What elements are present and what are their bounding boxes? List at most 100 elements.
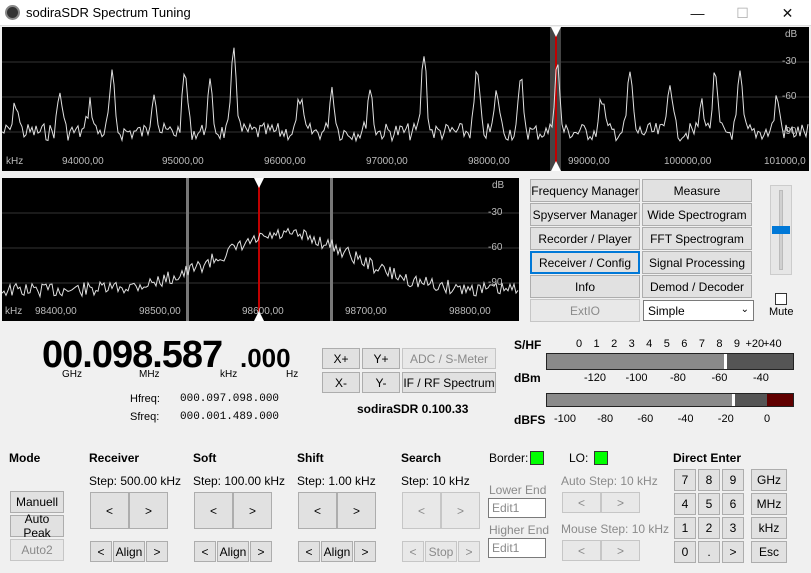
maximize-button[interactable]: ☐ bbox=[720, 0, 765, 26]
volume-slider[interactable] bbox=[770, 185, 792, 275]
keypad-key[interactable]: 0 bbox=[674, 541, 696, 563]
keypad-key[interactable]: 2 bbox=[698, 517, 720, 539]
recorder-player-button[interactable]: Recorder / Player bbox=[530, 227, 640, 250]
frequency-manager-button[interactable]: Frequency Manager bbox=[530, 179, 640, 202]
search-forward-button[interactable]: > bbox=[458, 541, 480, 562]
zoom-x-plus-button[interactable]: X+ bbox=[322, 348, 360, 369]
border-indicator bbox=[530, 451, 544, 465]
keypad-key[interactable]: > bbox=[722, 541, 744, 563]
search-left-button[interactable]: < bbox=[402, 492, 441, 529]
dbm-tick: -40 bbox=[753, 372, 769, 384]
narrow-db-tick: -60 bbox=[488, 242, 503, 253]
keypad-key[interactable]: 9 bbox=[722, 469, 744, 491]
wide-spectrum-graph[interactable] bbox=[1, 27, 809, 171]
border-label: Border: bbox=[489, 451, 529, 465]
wide-freq-tick: 98000,00 bbox=[468, 156, 510, 167]
signal-processing-button[interactable]: Signal Processing bbox=[642, 251, 752, 274]
search-stop-button[interactable]: Stop bbox=[425, 541, 457, 562]
soft-align-left-button[interactable]: < bbox=[194, 541, 216, 562]
s-meter-tick: 9 bbox=[733, 338, 741, 350]
spyserver-manager-button[interactable]: Spyserver Manager bbox=[530, 203, 640, 226]
dbm-tick: -120 bbox=[584, 372, 607, 384]
keypad-key[interactable]: GHz bbox=[751, 469, 787, 491]
info-button[interactable]: Info bbox=[530, 275, 640, 298]
receiver-align-button[interactable]: Align bbox=[113, 541, 145, 562]
mode-select[interactable]: Simple ⌄ bbox=[643, 300, 754, 321]
mouse-step-right-button[interactable]: > bbox=[601, 540, 640, 561]
s-meter-tick: 4 bbox=[646, 338, 653, 350]
wide-freq-tick: 96000,00 bbox=[264, 156, 306, 167]
keypad-key[interactable]: MHz bbox=[751, 493, 787, 515]
dbfs-label: dBFS bbox=[514, 413, 546, 427]
adc-smeter-button[interactable]: ADC / S-Meter bbox=[402, 348, 496, 369]
shift-align-left-button[interactable]: < bbox=[298, 541, 320, 562]
receiver-left-button[interactable]: < bbox=[90, 492, 129, 529]
shift-right-button[interactable]: > bbox=[337, 492, 376, 529]
keypad-key[interactable]: 1 bbox=[674, 517, 696, 539]
mouse-step-label: Mouse Step: 10 kHz bbox=[561, 522, 670, 536]
higher-end-input[interactable]: Edit1 bbox=[488, 538, 546, 558]
minimize-button[interactable]: — bbox=[675, 0, 720, 26]
shift-align-right-button[interactable]: > bbox=[354, 541, 376, 562]
soft-align-button[interactable]: Align bbox=[217, 541, 249, 562]
measure-button[interactable]: Measure bbox=[642, 179, 752, 202]
auto-step-right-button[interactable]: > bbox=[601, 492, 640, 513]
narrow-freq-tick: 98800,00 bbox=[449, 306, 491, 317]
ghz-label: GHz bbox=[62, 369, 82, 380]
auto2-button[interactable]: Auto2 bbox=[10, 539, 64, 561]
keypad-key[interactable]: Esc bbox=[751, 541, 787, 563]
manuell-button[interactable]: Manuell bbox=[10, 491, 64, 513]
narrow-freq-tick: 98600,00 bbox=[242, 306, 284, 317]
zoom-x-minus-button[interactable]: X- bbox=[322, 372, 360, 393]
wide-freq-tick: 101000,0 bbox=[764, 156, 806, 167]
wide-unit-db: dB bbox=[785, 29, 798, 40]
keypad-key[interactable]: . bbox=[698, 541, 720, 563]
search-right-button[interactable]: > bbox=[441, 492, 480, 529]
narrow-spectrum-panel[interactable]: kHz dB -30 -60 -90 98400,00 98500,00 986… bbox=[1, 178, 519, 321]
receiver-config-button[interactable]: Receiver / Config bbox=[530, 251, 640, 274]
mute-checkbox[interactable] bbox=[775, 293, 787, 305]
keypad-key[interactable]: 3 bbox=[722, 517, 744, 539]
close-button[interactable]: ✕ bbox=[765, 0, 810, 26]
keypad-key[interactable]: 7 bbox=[674, 469, 696, 491]
shift-align-button[interactable]: Align bbox=[321, 541, 353, 562]
wide-spectrogram-button[interactable]: Wide Spectrogram bbox=[642, 203, 752, 226]
shift-title: Shift bbox=[297, 451, 324, 465]
zoom-y-plus-button[interactable]: Y+ bbox=[362, 348, 400, 369]
lower-end-input[interactable]: Edit1 bbox=[488, 498, 546, 518]
soft-align-right-button[interactable]: > bbox=[250, 541, 272, 562]
dbfs-tick: -100 bbox=[554, 413, 577, 425]
demod-decoder-button[interactable]: Demod / Decoder bbox=[642, 275, 752, 298]
s-meter-tick: +40 bbox=[763, 338, 782, 350]
lower-end-label: Lower End bbox=[489, 483, 547, 497]
frequency-display-hz[interactable]: .000 bbox=[240, 343, 291, 374]
auto-step-left-button[interactable]: < bbox=[562, 492, 601, 513]
search-title: Search bbox=[401, 451, 442, 465]
soft-left-button[interactable]: < bbox=[194, 492, 233, 529]
auto-peak-button[interactable]: Auto Peak bbox=[10, 512, 64, 540]
keypad-key[interactable]: kHz bbox=[751, 517, 787, 539]
chevron-down-icon: ⌄ bbox=[740, 304, 749, 315]
receiver-align-left-button[interactable]: < bbox=[90, 541, 112, 562]
shift-left-button[interactable]: < bbox=[298, 492, 337, 529]
receiver-align-right-button[interactable]: > bbox=[146, 541, 168, 562]
keypad-key[interactable]: 6 bbox=[722, 493, 744, 515]
extio-button[interactable]: ExtIO bbox=[530, 299, 640, 322]
mouse-step-left-button[interactable]: < bbox=[562, 540, 601, 561]
mute-label: Mute bbox=[769, 306, 794, 318]
window-title: sodiraSDR Spectrum Tuning bbox=[26, 5, 191, 20]
wide-spectrum-panel[interactable]: kHz dB -30 -60 -90 94000,00 95000,00 960… bbox=[1, 27, 809, 171]
keypad-key[interactable]: 8 bbox=[698, 469, 720, 491]
s-meter-tick: +20 bbox=[745, 338, 765, 350]
narrow-spectrum-graph[interactable] bbox=[1, 178, 519, 321]
soft-right-button[interactable]: > bbox=[233, 492, 272, 529]
search-back-button[interactable]: < bbox=[402, 541, 424, 562]
receiver-right-button[interactable]: > bbox=[129, 492, 168, 529]
keypad-key[interactable]: 4 bbox=[674, 493, 696, 515]
shift-step: Step: 1.00 kHz bbox=[297, 474, 376, 488]
zoom-y-minus-button[interactable]: Y- bbox=[362, 372, 400, 393]
volume-slider-thumb[interactable] bbox=[772, 226, 790, 234]
keypad-key[interactable]: 5 bbox=[698, 493, 720, 515]
fft-spectrogram-button[interactable]: FFT Spectrogram bbox=[642, 227, 752, 250]
if-rf-spectrum-button[interactable]: IF / RF Spectrum bbox=[402, 372, 496, 393]
